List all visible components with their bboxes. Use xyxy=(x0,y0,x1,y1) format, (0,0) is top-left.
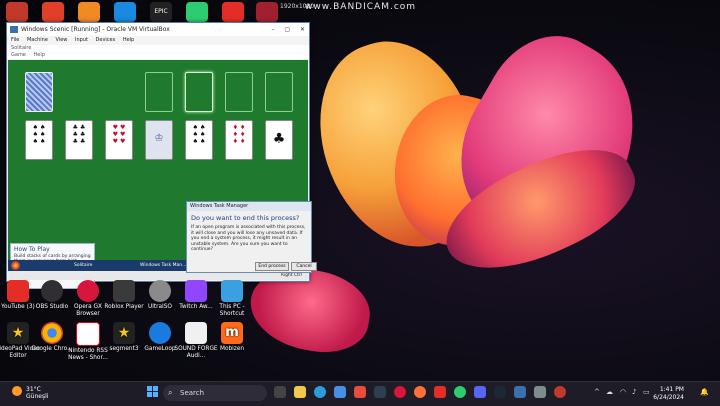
howto-title: How To Play xyxy=(14,246,50,253)
gameloop-icon xyxy=(149,322,171,344)
tableau-face-card[interactable]: ♔ xyxy=(145,120,173,160)
menu-help[interactable]: Help xyxy=(123,37,134,43)
cloud-icon[interactable]: ☁ xyxy=(606,388,613,396)
notification-bell-icon[interactable]: 🔔 xyxy=(700,388,709,396)
vm-menubar: File Machine View Input Devices Help xyxy=(7,36,309,45)
tableau-card[interactable]: ♣ xyxy=(265,120,293,160)
opera-icon[interactable] xyxy=(394,386,406,398)
disc-icon xyxy=(149,280,171,302)
foundation-slot[interactable] xyxy=(185,72,213,112)
search-label: Search xyxy=(180,389,205,397)
guest-start-icon[interactable] xyxy=(11,261,20,270)
foundation-slot[interactable] xyxy=(145,72,173,112)
virtualbox-icon[interactable] xyxy=(514,386,526,398)
obs-icon xyxy=(41,280,63,302)
battery-icon[interactable]: ▭ xyxy=(643,388,650,396)
foundation-slot[interactable] xyxy=(225,72,253,112)
chevron-up-icon[interactable]: ^ xyxy=(594,388,600,396)
menu-input[interactable]: Input xyxy=(75,37,88,43)
app-icon[interactable] xyxy=(454,386,466,398)
cancel-button[interactable]: Cancel xyxy=(291,262,317,271)
opera-icon[interactable] xyxy=(42,2,64,22)
star-icon: ★ xyxy=(113,322,135,344)
app-icon[interactable] xyxy=(6,2,28,22)
tableau-card[interactable]: ♦ ♦ ♦ ♦ ♦ ♦ xyxy=(225,120,253,160)
tableau-card[interactable]: ♠ ♠ ♠ ♠ ♠ ♠ xyxy=(25,120,53,160)
youtube-icon[interactable] xyxy=(222,2,244,22)
start-button[interactable] xyxy=(147,386,159,398)
app-icon[interactable] xyxy=(534,386,546,398)
clock-date: 6/24/2024 xyxy=(653,394,684,401)
taskbar-clock[interactable]: 1:41 PM 6/24/2024 xyxy=(650,386,684,402)
menu-view[interactable]: View xyxy=(56,37,68,43)
menu-game-help[interactable]: Help xyxy=(33,52,44,58)
record-icon[interactable] xyxy=(554,386,566,398)
twitch-icon xyxy=(185,280,207,302)
app-icon[interactable] xyxy=(374,386,386,398)
clock-time: 1:41 PM xyxy=(659,386,684,393)
youtube-icon[interactable] xyxy=(434,386,446,398)
app-icon[interactable] xyxy=(78,2,100,22)
nintendo-icon xyxy=(76,322,100,346)
weather-sun-icon xyxy=(12,386,22,396)
virtualbox-icon xyxy=(10,26,18,33)
bandicam-watermark: www.BANDICAM.com xyxy=(305,2,417,12)
menu-machine[interactable]: Machine xyxy=(27,37,48,43)
star-icon: ★ xyxy=(7,322,29,344)
task-view-icon[interactable] xyxy=(274,386,286,398)
window-title: Windows Scenic [Running] - Oracle VM Vir… xyxy=(21,26,170,33)
dialog-question: Do you want to end this process? xyxy=(191,214,300,222)
youtube-icon xyxy=(7,280,29,302)
stock-pile[interactable] xyxy=(25,72,53,112)
firefox-icon[interactable] xyxy=(414,386,426,398)
minimize-button[interactable]: – xyxy=(271,26,274,33)
app-icon[interactable] xyxy=(256,2,278,22)
foundation-slot[interactable] xyxy=(265,72,293,112)
solitaire-title: Solitaire xyxy=(7,45,309,52)
roblox-icon xyxy=(113,280,135,302)
epic-games-icon[interactable]: EPIC xyxy=(150,2,172,22)
menu-file[interactable]: File xyxy=(11,37,19,43)
app-icon[interactable] xyxy=(354,386,366,398)
end-process-button[interactable]: End process xyxy=(255,262,289,271)
guest-taskbar-taskmanager[interactable]: Windows Task Man... xyxy=(140,261,186,270)
tableau-card[interactable]: ♥ ♥ ♥ ♥ ♥ ♥ xyxy=(105,120,133,160)
app-icon[interactable] xyxy=(474,386,486,398)
search-icon: ⌕ xyxy=(168,388,173,397)
wifi-icon[interactable]: ◠ xyxy=(620,388,626,396)
app-icon[interactable] xyxy=(114,2,136,22)
dialog-title: Windows Task Manager xyxy=(187,202,311,211)
app-icon[interactable] xyxy=(334,386,346,398)
edge-icon[interactable] xyxy=(314,386,326,398)
computer-icon xyxy=(221,280,243,302)
mobizen-icon: m xyxy=(221,322,243,344)
desktop-icon-this-pc[interactable]: This PC - Shortcut xyxy=(208,280,256,318)
end-process-dialog[interactable]: Windows Task Manager Do you want to end … xyxy=(186,201,317,273)
menu-game[interactable]: Game xyxy=(11,52,26,58)
steam-icon[interactable] xyxy=(494,386,506,398)
window-titlebar[interactable]: Windows Scenic [Running] - Oracle VM Vir… xyxy=(7,23,309,36)
close-button[interactable]: ✕ xyxy=(300,26,305,33)
menu-devices[interactable]: Devices xyxy=(96,37,116,43)
opera-gx-icon xyxy=(77,280,99,302)
file-explorer-icon[interactable] xyxy=(294,386,306,398)
chrome-icon xyxy=(41,322,63,344)
guest-taskbar-solitaire[interactable]: Solitaire xyxy=(74,261,92,270)
app-icon[interactable] xyxy=(186,2,208,22)
volume-icon[interactable]: ♪ xyxy=(632,388,636,396)
solitaire-menubar: Game Help xyxy=(7,52,309,59)
tableau-card[interactable]: ♣ ♣ ♣ ♣ ♣ ♣ xyxy=(65,120,93,160)
weather-widget[interactable]: 31°C Güneşli xyxy=(26,386,48,400)
weather-desc: Güneşli xyxy=(26,393,49,400)
maximize-button[interactable]: ▢ xyxy=(284,26,290,33)
dialog-body: If an open program is associated with th… xyxy=(191,225,306,252)
weather-temp: 31°C xyxy=(26,386,41,393)
document-icon xyxy=(185,322,207,344)
tableau-card[interactable]: ♠ ♠ ♠ ♠ ♠ ♠ xyxy=(185,120,213,160)
desktop-icon-mobizen[interactable]: m Mobizen xyxy=(208,322,256,353)
taskbar-search[interactable] xyxy=(163,385,267,401)
